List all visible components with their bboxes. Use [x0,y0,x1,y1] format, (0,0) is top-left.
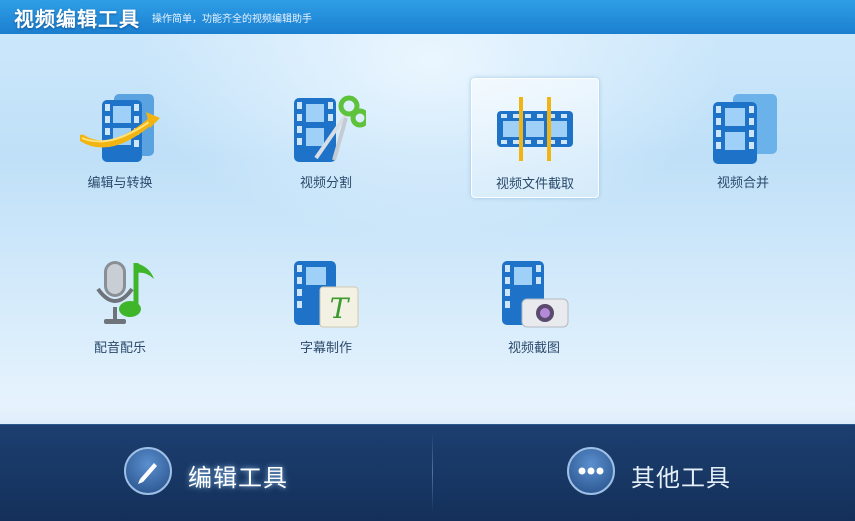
film-camera-icon [502,261,569,328]
tool-label: 配音配乐 [93,341,146,356]
other-tools-label: 其他工具 [631,464,731,492]
tool-edit-convert[interactable]: 编辑与转换 [57,78,183,196]
tool-label: 字幕制作 [299,341,352,356]
tool-subtitle[interactable]: T 字幕制作 [263,243,389,361]
tool-label: 视频分割 [299,176,352,191]
app-subtitle: 操作简单，功能齐全的视频编辑助手 [152,14,312,25]
more-dots-icon [567,447,615,495]
tool-video-screenshot[interactable]: 视频截图 [471,243,597,361]
tool-label: 视频截图 [507,341,560,356]
app-window: 视频编辑工具 操作简单，功能齐全的视频编辑助手 编辑与转换 视频分割 视频文件截… [0,0,855,521]
other-tools-button[interactable]: 其他工具 [567,442,747,504]
film-scissors-icon [294,95,366,162]
tool-video-merge[interactable]: 视频合并 [680,78,806,196]
svg-text:T: T [330,292,351,325]
tool-video-trim[interactable]: 视频文件截取 [471,78,599,198]
pencil-icon [124,447,172,495]
film-subtitle-icon: T [294,261,359,328]
film-merge-icon [713,94,777,164]
tool-dub-music[interactable]: 配音配乐 [57,243,183,361]
edit-tools-label: 编辑工具 [188,464,288,492]
app-title: 视频编辑工具 [14,7,140,31]
bottom-divider [432,432,433,512]
microphone-music-icon [96,261,154,324]
tool-label: 视频文件截取 [495,177,574,192]
edit-tools-button[interactable]: 编辑工具 [124,442,304,504]
film-convert-icon [80,94,160,162]
title-bar: 视频编辑工具 操作简单，功能齐全的视频编辑助手 [0,0,855,34]
tool-label: 编辑与转换 [87,176,153,191]
tool-label: 视频合并 [716,176,769,191]
film-trim-icon [497,97,573,161]
tool-video-split[interactable]: 视频分割 [263,78,389,196]
